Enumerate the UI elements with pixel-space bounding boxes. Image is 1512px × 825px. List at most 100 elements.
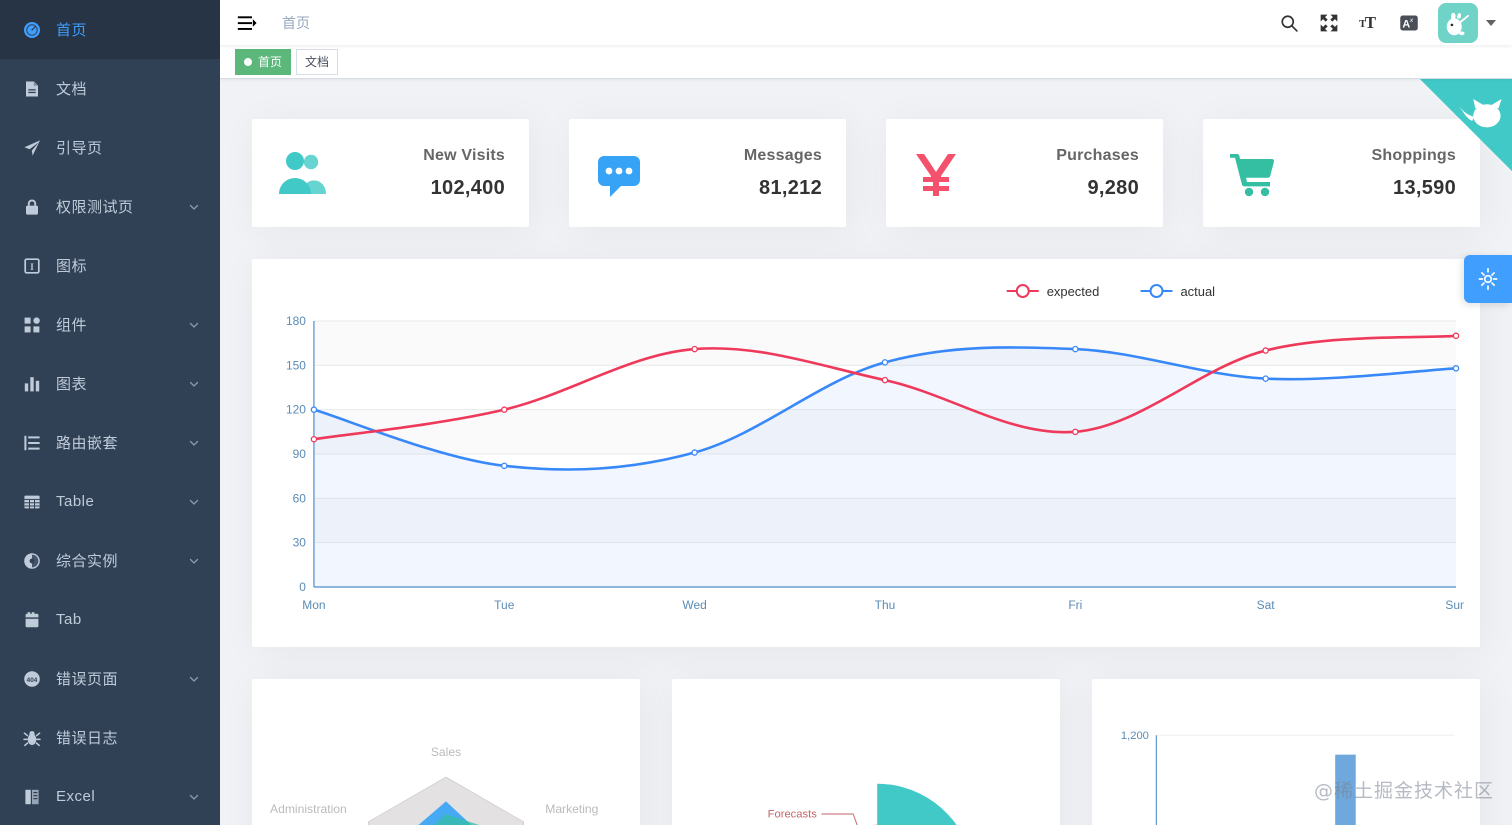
panel-name: Purchases: [1056, 146, 1139, 164]
user-menu[interactable]: [1438, 2, 1496, 43]
sidebar-item-3[interactable]: 权限测试页: [0, 177, 220, 236]
x-tick-label: Wed: [682, 598, 706, 612]
sidebar-item-5[interactable]: 组件: [0, 295, 220, 354]
y-tick-label: 180: [286, 314, 306, 328]
sidebar-item-8[interactable]: Table: [0, 472, 220, 531]
sidebar-item-4[interactable]: I 图标: [0, 236, 220, 295]
data-point: [1072, 428, 1079, 436]
legend-item-actual[interactable]: actual: [1140, 284, 1216, 299]
svg-text:I: I: [30, 262, 34, 272]
icon-badge-icon: I: [22, 256, 42, 276]
pie-label: Forecasts: [768, 809, 818, 821]
avatar[interactable]: [1438, 2, 1478, 43]
sidebar-item-label: 错误页面: [56, 671, 119, 688]
navbar-right-actions: T T A x: [1278, 2, 1500, 43]
document-icon: [22, 79, 42, 99]
panel-card[interactable]: Purchases 9,280: [886, 119, 1163, 227]
fullscreen-icon[interactable]: [1318, 12, 1340, 34]
svg-text:404: 404: [27, 677, 38, 684]
people-icon: [274, 145, 330, 201]
data-point: [310, 406, 318, 413]
radar-label: Administration: [270, 802, 347, 816]
panel-card[interactable]: Shoppings 13,590: [1203, 119, 1480, 227]
sidebar-item-2[interactable]: 引导页: [0, 118, 220, 177]
data-point: [310, 435, 318, 443]
panel-value: 81,212: [759, 176, 822, 199]
tab-clipboard-icon: [22, 610, 42, 630]
sidebar-item-10[interactable]: Tab: [0, 590, 220, 649]
data-point: [691, 449, 698, 456]
y-tick-label: 150: [286, 358, 306, 372]
sidebar-item-6[interactable]: 图表: [0, 354, 220, 413]
hamburger-icon[interactable]: [234, 10, 260, 36]
x-tick-label: Thu: [875, 598, 896, 612]
sidebar-item-7[interactable]: 路由嵌套: [0, 413, 220, 472]
sidebar-item-label: Tab: [56, 611, 82, 628]
panel-card[interactable]: New Visits 102,400: [252, 119, 529, 227]
error-404-icon: 404: [22, 669, 42, 689]
radar-label: Marketing: [545, 802, 598, 816]
money-yen-icon: [908, 145, 964, 201]
chevron-down-icon: [188, 791, 200, 803]
grid-band: [1156, 735, 1455, 825]
bar[interactable]: [1335, 754, 1356, 825]
breadcrumb[interactable]: 首页: [282, 13, 310, 33]
panel-text: Purchases 9,280: [1056, 147, 1145, 200]
sidebar-item-12[interactable]: 错误日志: [0, 708, 220, 767]
panel-card[interactable]: Messages 81,212: [569, 119, 846, 227]
svg-text:x: x: [1409, 17, 1414, 24]
sidebar-item-11[interactable]: 404 错误页面: [0, 649, 220, 708]
caret-down-icon[interactable]: [1486, 19, 1496, 26]
data-point: [1452, 332, 1460, 340]
shopping-cart-icon: [1225, 145, 1281, 201]
data-point: [1262, 347, 1269, 354]
table-icon: [22, 492, 42, 512]
chevron-down-icon: [188, 496, 200, 508]
nested-route-icon: [22, 433, 42, 453]
line-chart-card[interactable]: expected actual 0 30 60 90 120 150 180 Mon Tue Wed T…: [252, 259, 1480, 647]
sidebar: 首页 文档 引导页权限测试页 I 图标 组件图表路由嵌套 Table 综合实例 Tab 404 错误…: [0, 0, 220, 825]
chevron-down-icon: [188, 437, 200, 449]
sidebar-item-0[interactable]: 首页: [0, 0, 220, 59]
tag-label: 文档: [305, 54, 330, 69]
sidebar-item-label: Excel: [56, 788, 96, 805]
chevron-down-icon: [188, 673, 200, 685]
panel-name: Shoppings: [1371, 146, 1456, 164]
gear-icon[interactable]: [1464, 255, 1512, 303]
sidebar-item-label: 路由嵌套: [56, 435, 119, 452]
panel-text: Shoppings 13,590: [1372, 147, 1462, 200]
data-point: [501, 462, 508, 470]
panel-name: Messages: [743, 146, 822, 164]
y-tick-label: 1,200: [1121, 730, 1149, 742]
radar-chart-card[interactable]: SalesMarketingDevelopmentCustomer Suppor…: [252, 679, 640, 825]
chevron-down-icon: [188, 201, 200, 213]
y-tick-label: 120: [286, 403, 306, 417]
chevron-down-icon: [188, 555, 200, 567]
data-point: [501, 406, 508, 413]
pie-chart-card[interactable]: IndustriesTechnologyForexGoldForecasts: [672, 679, 1060, 825]
example-circle-icon: [22, 551, 42, 571]
tag-item[interactable]: 首页: [235, 48, 292, 75]
legend-item-expected[interactable]: expected: [1006, 284, 1100, 299]
bar-chart-card[interactable]: 8001,0001,200: [1092, 679, 1480, 825]
legend-label: actual: [1180, 284, 1215, 299]
panel-text: Messages 81,212: [744, 147, 828, 200]
navbar: 首页 T T A x: [220, 0, 1512, 45]
app-root: 首页 文档 引导页 权限测试页 I 图标 组件 图表 路由嵌套 Table 综合实例 Tab 404 错误…: [0, 0, 1512, 825]
font-size-icon[interactable]: T T: [1358, 12, 1380, 34]
pie-slice[interactable]: [877, 783, 974, 825]
sidebar-item-label: 权限测试页: [56, 199, 134, 216]
sidebar-item-1[interactable]: 文档: [0, 59, 220, 118]
pie-leader-line: [821, 813, 858, 825]
tag-item[interactable]: 文档: [296, 48, 339, 75]
data-point: [691, 345, 698, 353]
sidebar-item-13[interactable]: Excel: [0, 767, 220, 825]
translate-icon[interactable]: A x: [1398, 12, 1420, 34]
bottom-charts-row: SalesMarketingDevelopmentCustomer Suppor…: [252, 679, 1480, 825]
tags-view: 首页 文档: [220, 45, 1512, 79]
panel-value: 9,280: [1087, 176, 1139, 199]
search-icon[interactable]: [1278, 12, 1300, 34]
sidebar-item-label: 图表: [56, 376, 88, 393]
sidebar-item-9[interactable]: 综合实例: [0, 531, 220, 590]
panel-value: 102,400: [430, 176, 505, 199]
